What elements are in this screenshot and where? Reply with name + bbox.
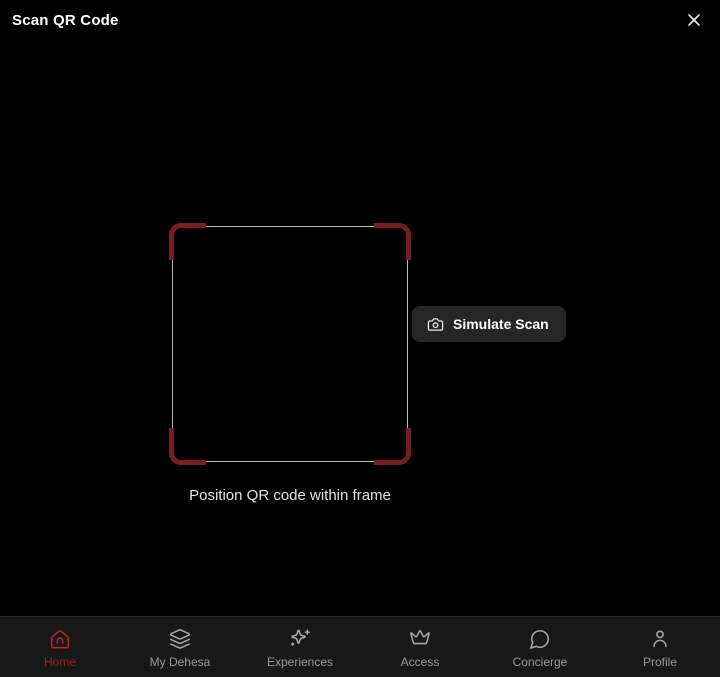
nav-item-label: Experiences [266,655,334,669]
home-icon [49,628,71,650]
frame-corner-top-right [374,223,411,260]
frame-corner-top-left [169,223,206,260]
nav-item-home[interactable]: Home [0,617,120,677]
scan-caption: Position QR code within frame [189,487,391,504]
nav-item-label: Access [400,655,440,669]
page-title: Scan QR Code [12,11,119,29]
sparkles-icon [289,628,311,650]
nav-item-label: Concierge [512,655,568,669]
layers-icon [169,628,191,650]
close-icon[interactable] [682,8,706,32]
simulate-scan-label: Simulate Scan [453,316,549,332]
frame-corner-bottom-left [169,428,206,465]
nav-item-experiences[interactable]: Experiences [240,617,360,677]
qr-scan-frame [169,223,411,465]
chat-bubble-icon [529,628,551,650]
nav-item-label: Profile [642,655,677,669]
header: Scan QR Code [0,0,720,40]
frame-corner-bottom-right [374,428,411,465]
person-icon [649,628,671,650]
camera-icon [427,316,444,333]
nav-item-profile[interactable]: Profile [600,617,720,677]
crown-icon [409,628,431,650]
bottom-navigation: Home My Dehesa Experiences Access Concierge P… [0,616,720,677]
nav-item-my-dehesa[interactable]: My Dehesa [120,617,240,677]
nav-item-access[interactable]: Access [360,617,480,677]
scanner-area: Simulate Scan Position QR code within fr… [169,223,566,504]
nav-item-label: My Dehesa [149,655,211,669]
nav-item-concierge[interactable]: Concierge [480,617,600,677]
nav-item-label: Home [43,655,76,669]
simulate-scan-button[interactable]: Simulate Scan [412,306,566,342]
